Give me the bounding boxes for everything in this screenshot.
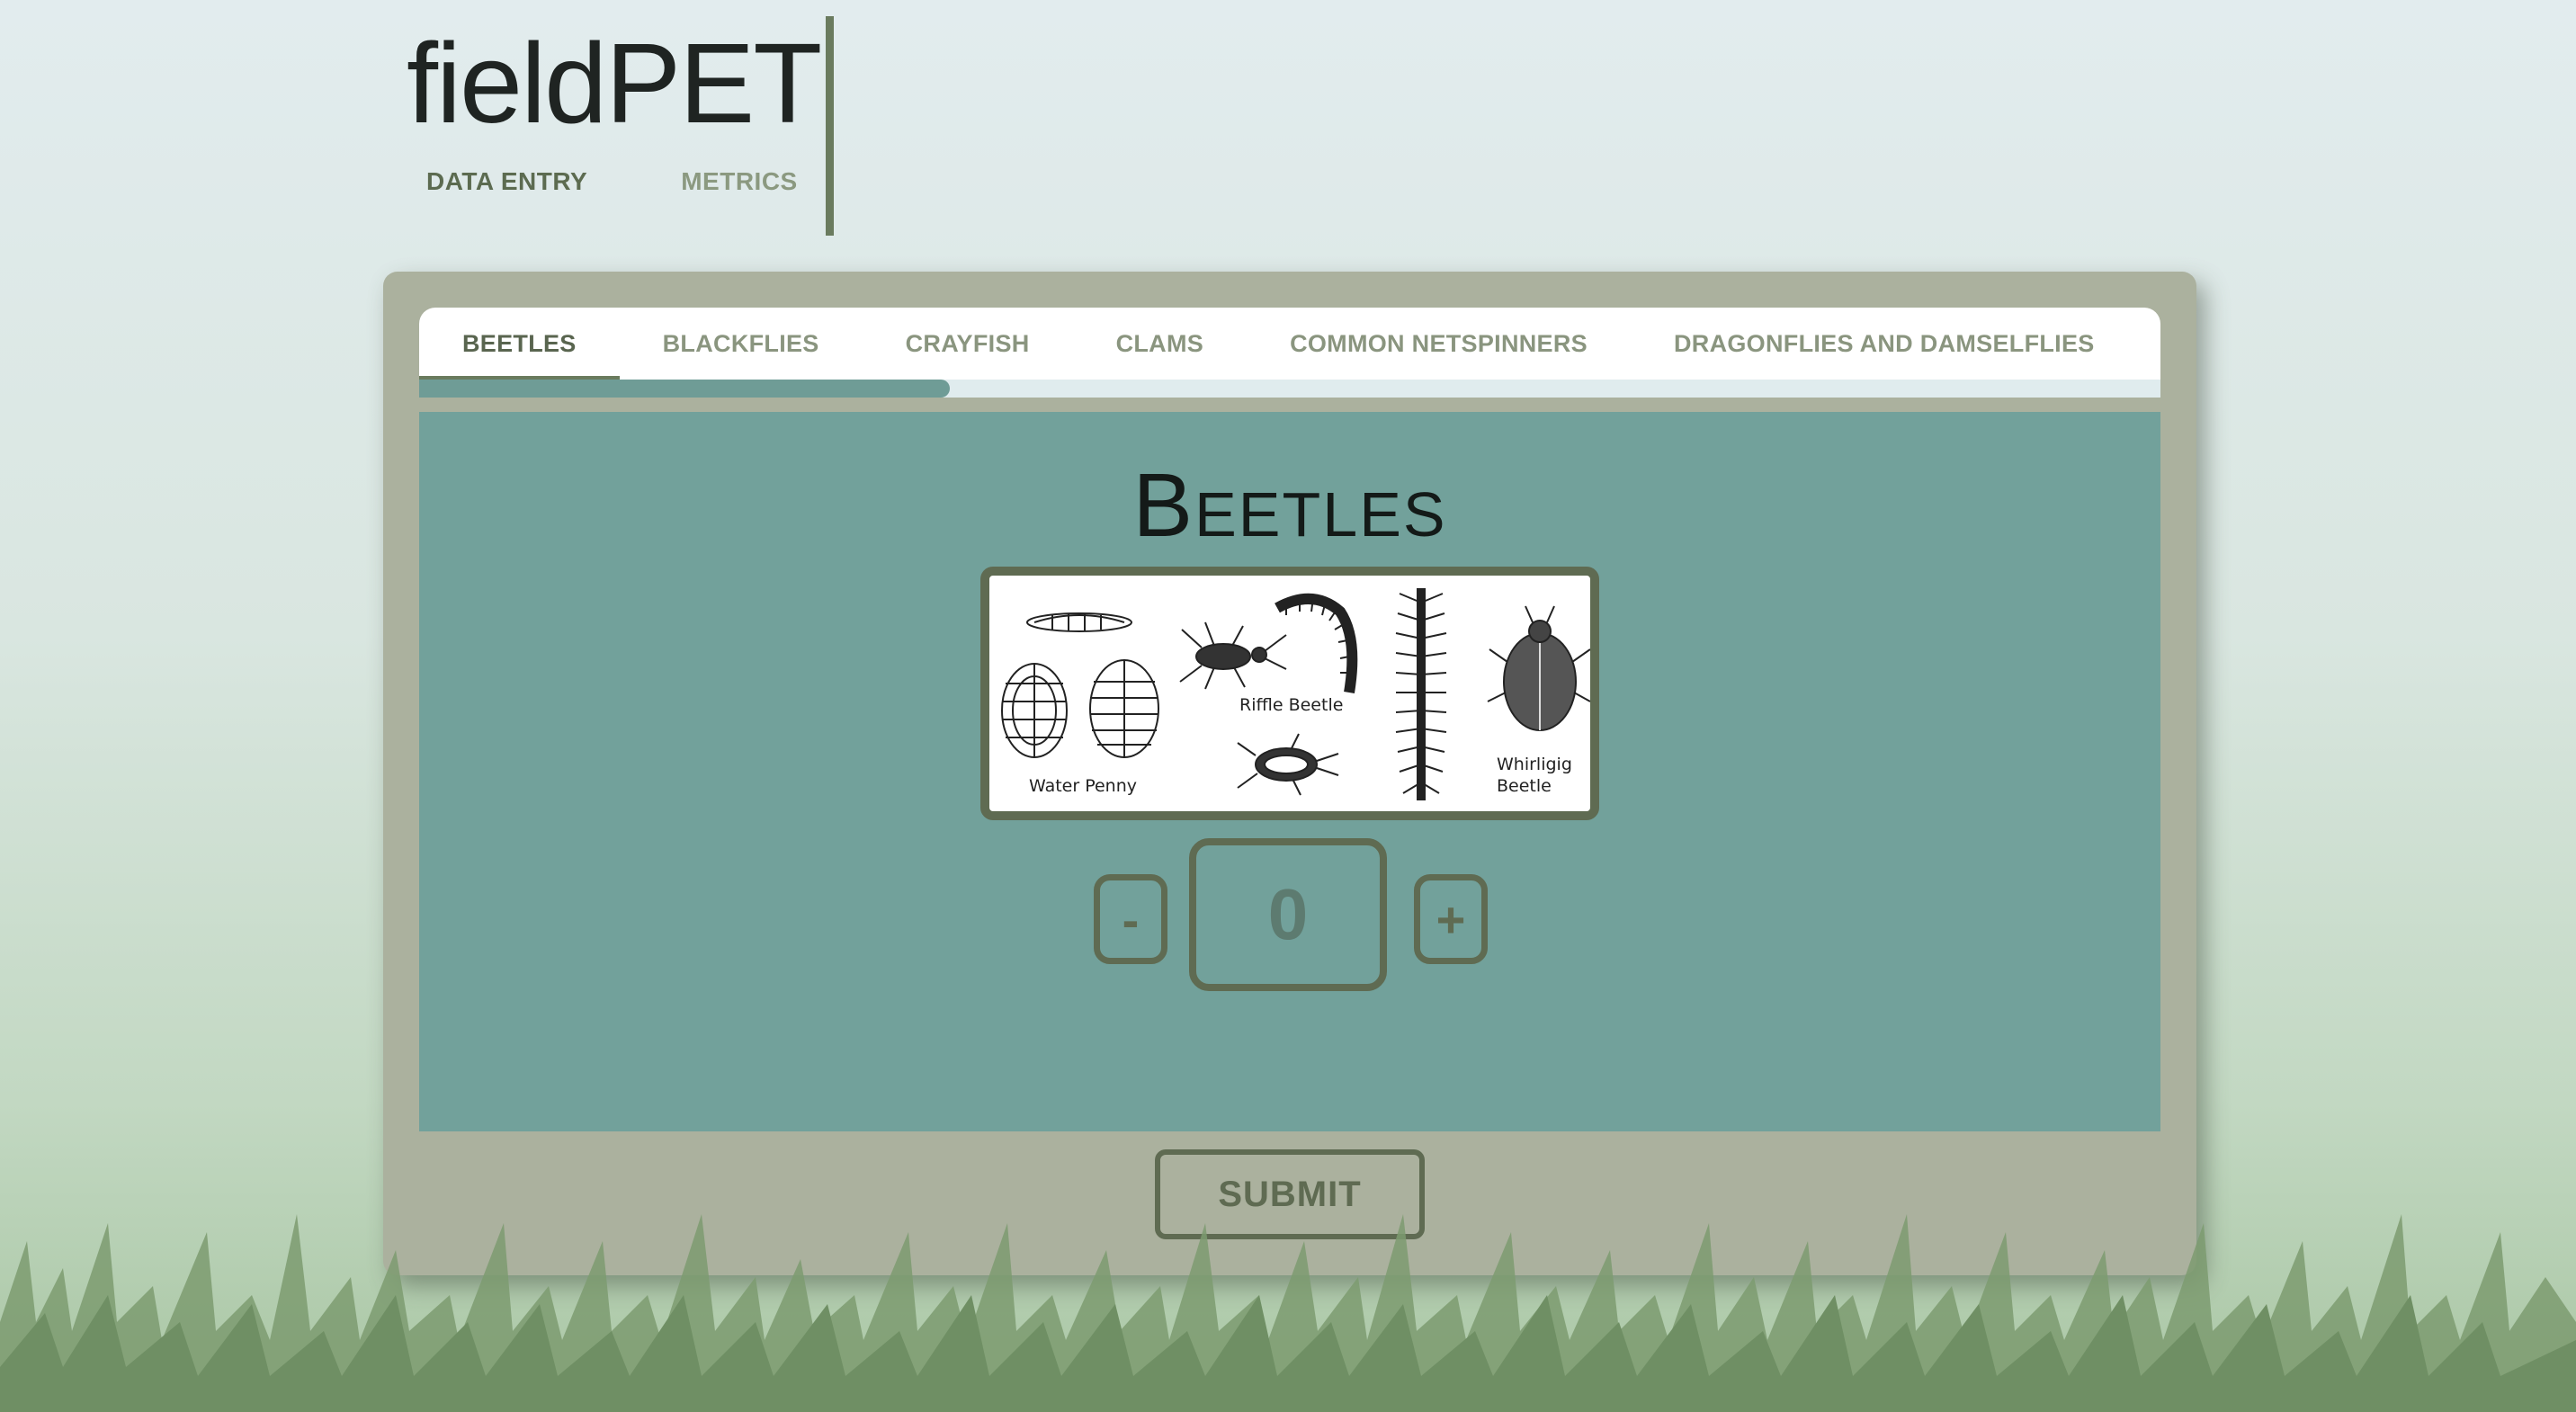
tab-clams[interactable]: CLAMS (1073, 308, 1248, 380)
app-title: fieldPET (407, 20, 822, 147)
nav-data-entry[interactable]: DATA ENTRY (407, 167, 607, 196)
top-nav: DATA ENTRY METRICS (407, 167, 818, 196)
grass-decoration (0, 1214, 2576, 1412)
small-beetle-icon (1237, 733, 1339, 796)
tab-blackflies[interactable]: BLACKFLIES (620, 308, 863, 380)
whirligig-larva-icon (1395, 588, 1447, 800)
header-divider (826, 16, 834, 236)
tab-scrollbar[interactable] (419, 380, 2160, 398)
tab-beetles[interactable]: BEETLES (419, 308, 620, 380)
riffle-larva-icon (1275, 593, 1358, 693)
label-whirligig-1: Whirligig (1497, 755, 1572, 774)
category-title: Beetles (1132, 455, 1447, 556)
beetle-illustration: Water Penny Riffle Beetle Whirligig Beet… (980, 567, 1599, 820)
category-panel: Beetles Water Penny Riffle Beetle Whirli… (419, 412, 2160, 1131)
increment-button[interactable]: + (1414, 874, 1488, 964)
nav-metrics[interactable]: METRICS (661, 167, 818, 196)
tab-common-netspinners[interactable]: COMMON NETSPINNERS (1247, 308, 1631, 380)
tab-scrollbar-thumb[interactable] (419, 380, 951, 398)
whirligig-beetle-icon (1487, 605, 1590, 731)
tab-bar: BEETLES BLACKFLIES CRAYFISH CLAMS COMMON… (419, 308, 2160, 380)
water-penny-icon (1001, 659, 1159, 758)
tab-list: BEETLES BLACKFLIES CRAYFISH CLAMS COMMON… (419, 308, 2138, 380)
tab-dragonflies-and-damselflies[interactable]: DRAGONFLIES AND DAMSELFLIES (1631, 308, 2138, 380)
count-display[interactable]: 0 (1189, 838, 1387, 991)
label-water-penny: Water Penny (1029, 776, 1137, 796)
water-penny-side-icon (1026, 612, 1132, 632)
label-whirligig-2: Beetle (1497, 776, 1552, 796)
riffle-beetle-icon (1179, 621, 1287, 690)
data-entry-card: BEETLES BLACKFLIES CRAYFISH CLAMS COMMON… (383, 272, 2196, 1275)
decrement-button[interactable]: - (1094, 874, 1167, 964)
tab-crayfish[interactable]: CRAYFISH (863, 308, 1073, 380)
beetle-illustration-svg: Water Penny Riffle Beetle Whirligig Beet… (1001, 588, 1590, 800)
label-riffle-beetle: Riffle Beetle (1239, 695, 1343, 715)
